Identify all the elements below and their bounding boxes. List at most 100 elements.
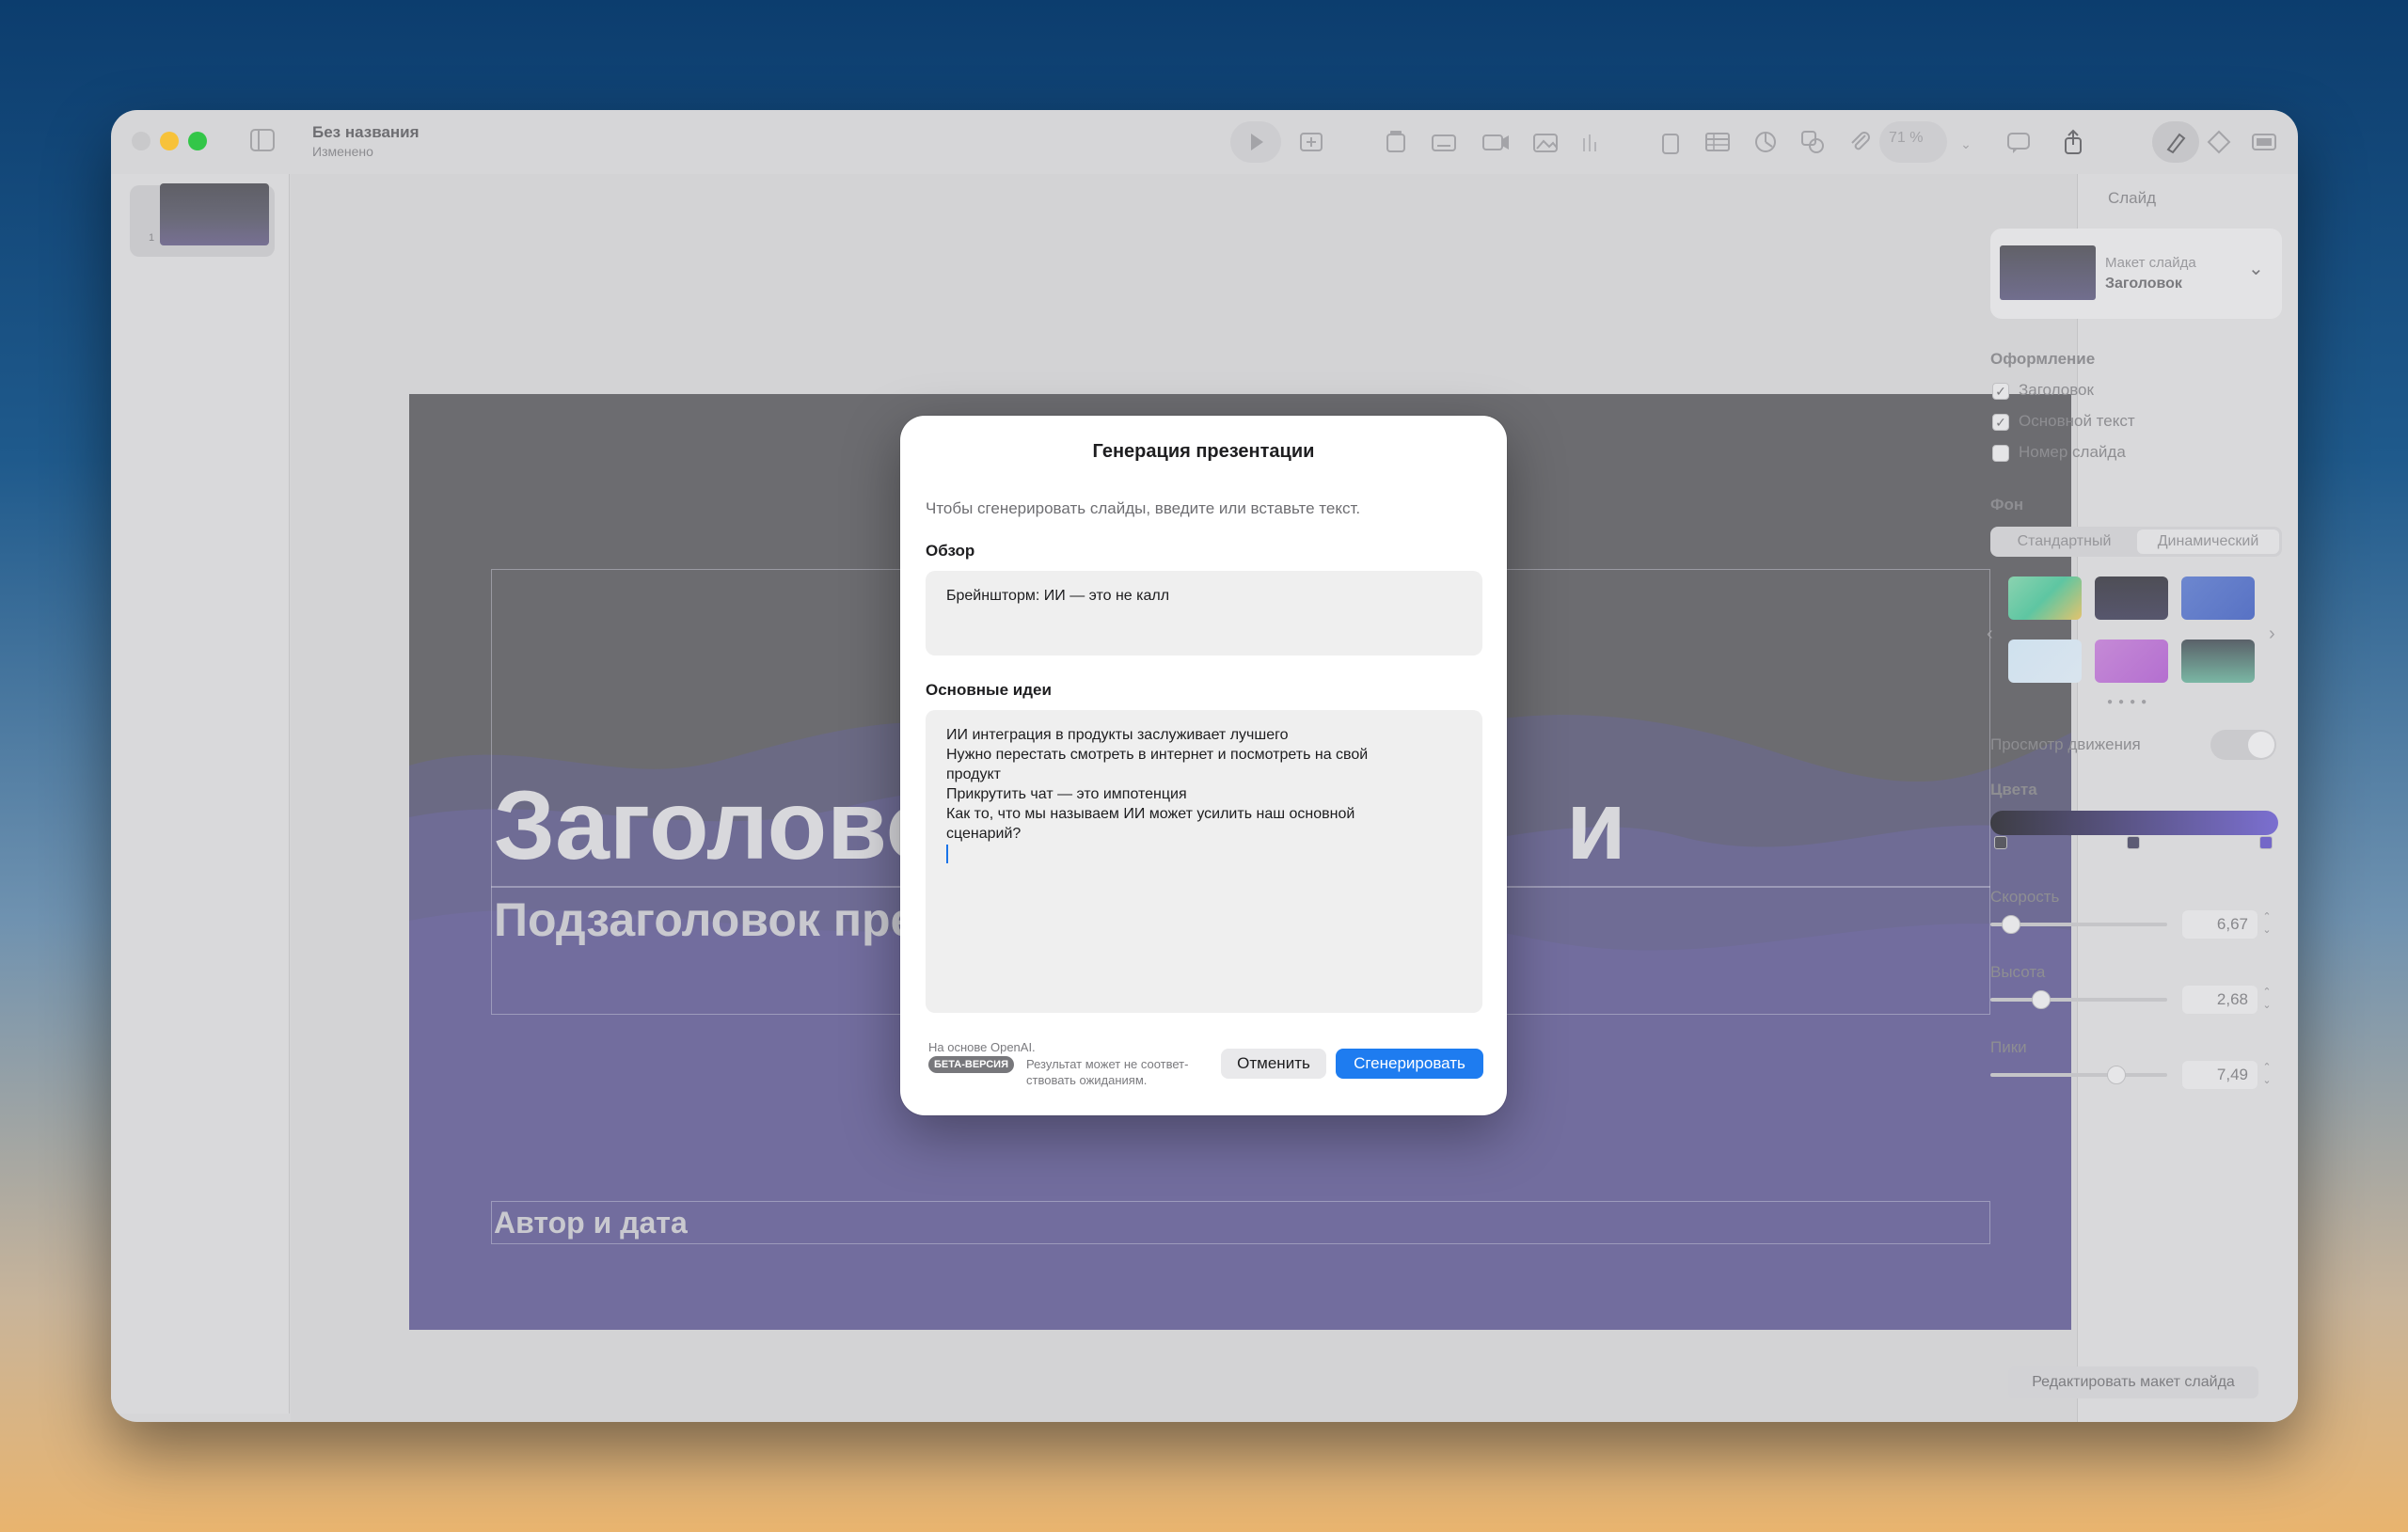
slide-layout-menu[interactable]: Макет слайда Заголовок ⌄ [1990,229,2282,319]
generate-presentation-dialog: Генерация презентации Чтобы сгенерироват… [900,416,1507,1115]
disclaimer-line-2: ствовать ожиданиям. [1026,1073,1148,1087]
clipboard-icon[interactable] [1656,127,1686,157]
table-icon[interactable] [1703,127,1733,157]
background-swatch-1[interactable] [2008,576,2082,620]
ideas-field[interactable]: ИИ интеграция в продукты заслуживает луч… [926,710,1482,1013]
checkbox-slide-number[interactable] [1992,445,2009,462]
height-stepper-icon[interactable]: ⌃ ⌄ [2259,986,2274,1014]
color-stop-2[interactable] [2127,836,2140,849]
text-caret [946,844,948,863]
layout-label: Макет слайда [2105,255,2196,271]
layout-value: Заголовок [2105,276,2182,292]
ideas-line: продукт [946,766,1001,782]
play-button[interactable] [1230,121,1281,163]
checkbox-body-label: Основной текст [2019,412,2135,430]
shape-icon[interactable] [1798,127,1828,157]
page-dots: ●●●● [2107,697,2153,707]
height-slider[interactable] [1990,998,2167,1002]
background-swatch-6[interactable] [2181,640,2255,683]
colors-title: Цвета [1990,781,2037,798]
close-button[interactable] [132,132,150,150]
overview-value: Брейншторм: ИИ — это не калл [946,588,1170,604]
peaks-slider[interactable] [1990,1073,2167,1077]
edit-layout-button[interactable]: Редактировать макет слайда [2008,1366,2258,1398]
height-slider-knob[interactable] [2032,990,2051,1009]
color-stop-1[interactable] [1994,836,2007,849]
insert-video-icon[interactable] [1481,127,1511,157]
bg-dynamic-tab[interactable]: Динамический [2137,529,2279,554]
chevron-down-icon: ⌄ [2248,259,2264,279]
play-icon [1251,134,1263,150]
document-status: Изменено [312,144,373,159]
chevron-left-icon[interactable]: ‹ [1987,624,1993,645]
motion-preview-toggle[interactable] [2210,730,2276,760]
background-title: Фон [1990,496,2024,513]
inspector-content: Слайд Макет слайда Заголовок ⌄ Оформлени… [1966,174,2298,1425]
overview-label: Обзор [926,542,975,560]
brush-icon [2166,133,2186,154]
format-button[interactable] [2152,121,2199,163]
color-gradient-bar[interactable] [1990,811,2278,835]
height-label: Высота [1990,963,2046,981]
beta-badge: БЕТА-ВЕРСИЯ [928,1056,1014,1073]
appearance-title: Оформление [1990,350,2096,368]
speed-stepper-icon[interactable]: ⌃ ⌄ [2259,910,2274,939]
speed-label: Скорость [1990,888,2060,906]
dialog-title: Генерация презентации [1092,441,1315,462]
checkbox-slide-number-label: Номер слайда [2019,443,2126,461]
generate-button[interactable]: Сгенерировать [1336,1049,1483,1079]
bg-standard-tab[interactable]: Стандартный [1993,529,2135,554]
background-swatch-5[interactable] [2095,640,2168,683]
slide-author[interactable]: Автор и дата [494,1206,688,1240]
speed-field[interactable]: 6,67 [2182,910,2258,939]
chevron-down-icon: ⌄ [1960,136,1972,151]
checkbox-body[interactable]: ✓ [1992,414,2009,431]
powered-by: На основе OpenAI. [928,1040,1036,1054]
zoom-value: 71 % [1889,130,1924,146]
overview-field[interactable]: Брейншторм: ИИ — это не калл [926,571,1482,655]
inspector-header: Слайд [2107,189,2157,207]
cancel-button[interactable]: Отменить [1221,1049,1326,1079]
share-icon[interactable] [2058,127,2088,157]
slide-number: 1 [149,232,155,244]
document-title: Без названия [312,123,420,141]
pie-chart-icon[interactable] [1751,127,1781,157]
speed-slider-knob[interactable] [2002,915,2020,934]
checkbox-title-label: Заголовок [2019,381,2094,399]
motion-preview-label: Просмотр движения [1990,735,2141,753]
sidebar-toggle-icon[interactable] [250,129,275,151]
peaks-label: Пики [1990,1038,2027,1056]
slide-title-tail[interactable]: и [1566,770,1626,882]
insert-image-icon[interactable] [1531,127,1561,157]
document-icon[interactable] [2249,127,2279,157]
comment-icon[interactable] [2004,127,2034,157]
background-swatch-2[interactable] [2095,576,2168,620]
media-icon[interactable] [1845,127,1875,157]
slide-thumbnail[interactable] [160,183,269,245]
chevron-right-icon[interactable]: › [2269,624,2275,645]
height-field[interactable]: 2,68 [2182,986,2258,1014]
ideas-line: Нужно перестать смотреть в интернет и по… [946,747,1369,763]
ideas-line: Как то, что мы называем ИИ может усилить… [946,806,1355,822]
ideas-line: сценарий? [946,826,1022,842]
add-slide-icon[interactable] [1296,127,1326,157]
animate-icon[interactable] [2204,127,2234,157]
peaks-slider-knob[interactable] [2107,1066,2126,1084]
checkbox-title[interactable]: ✓ [1992,383,2009,400]
author-placeholder-frame [491,1201,1990,1244]
slide-navigator: 1 [111,174,290,1414]
zoom-button[interactable] [188,132,207,150]
background-swatch-4[interactable] [2008,640,2082,683]
dialog-hint: Чтобы сгенерировать слайды, введите или … [926,499,1361,517]
insert-slide-icon[interactable] [1381,127,1411,157]
peaks-field[interactable]: 7,49 [2182,1061,2258,1089]
color-stop-3[interactable] [2259,836,2273,849]
peaks-stepper-icon[interactable]: ⌃ ⌄ [2259,1061,2274,1089]
chart-icon[interactable] [1576,127,1607,157]
ideas-line: ИИ интеграция в продукты заслуживает луч… [946,727,1289,743]
minimize-button[interactable] [160,132,179,150]
disclaimer-line-1: Результат может не соответ- [1026,1057,1189,1071]
layout-thumbnail [2000,245,2096,300]
insert-placeholder-icon[interactable] [1430,127,1460,157]
background-swatch-3[interactable] [2181,576,2255,620]
